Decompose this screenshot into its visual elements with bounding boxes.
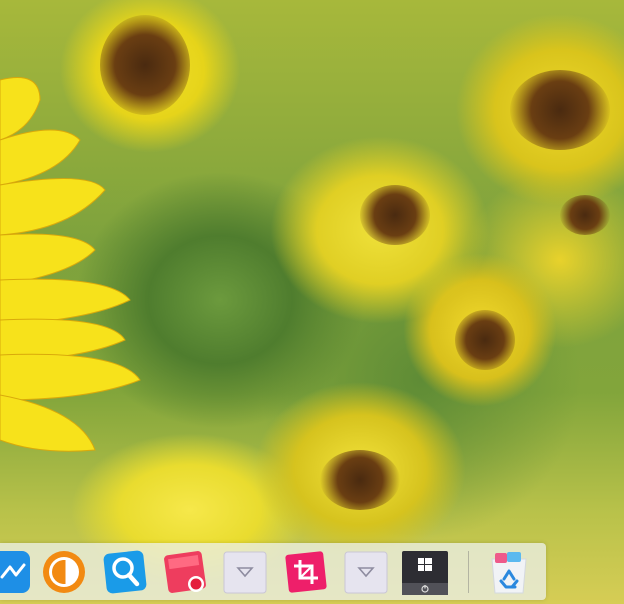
- desktop: [0, 0, 624, 604]
- crop-icon: [285, 551, 327, 593]
- dropdown-icon: [344, 551, 388, 594]
- sunflower-center: [560, 195, 610, 235]
- sunflower-center: [455, 310, 515, 370]
- dock-item-crop[interactable]: [283, 549, 329, 595]
- dock-item-windows-power[interactable]: [402, 549, 448, 595]
- circle-toggle-icon: [43, 551, 85, 593]
- screen-recorder-icon: [164, 551, 206, 593]
- dock-item-recycle-bin[interactable]: [486, 549, 532, 595]
- dock-separator: [468, 551, 469, 593]
- dock-item-dropdown-2[interactable]: [343, 549, 389, 595]
- recycle-bin-icon: [491, 552, 527, 594]
- sunflower-center: [360, 185, 430, 245]
- dock-item-dropdown-1[interactable]: [222, 549, 268, 595]
- dock-item-partial-app[interactable]: [0, 549, 32, 595]
- dock-item-orange-toggle[interactable]: [41, 549, 87, 595]
- magnifier-icon: [103, 550, 147, 594]
- dock-item-screen-recorder[interactable]: [162, 549, 208, 595]
- sunflower-center: [320, 450, 400, 510]
- app-icon-partial: [0, 551, 30, 593]
- sunflower-petals: [0, 77, 141, 452]
- sunflower-center: [510, 70, 610, 150]
- dock: [0, 543, 546, 600]
- dock-item-magnifier[interactable]: [102, 549, 148, 595]
- dropdown-icon: [223, 551, 267, 594]
- windows-power-icon: [402, 551, 448, 595]
